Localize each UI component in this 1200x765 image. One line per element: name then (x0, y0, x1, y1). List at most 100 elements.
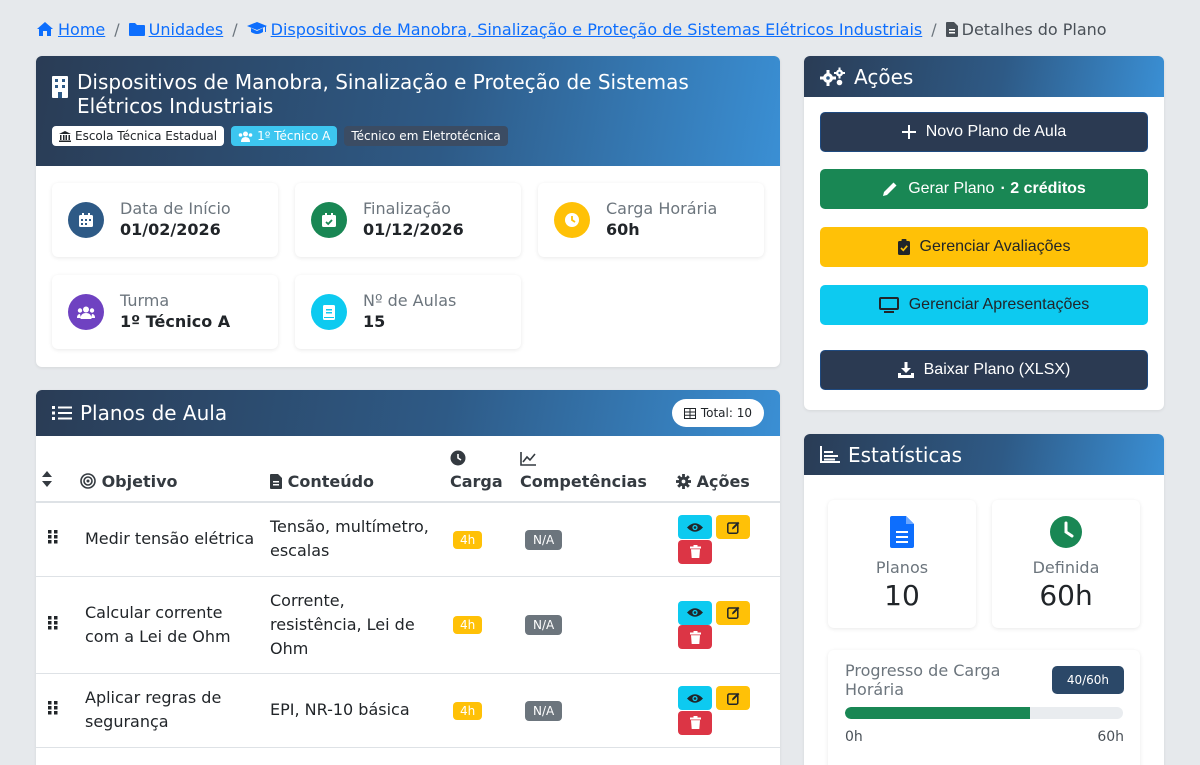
table-row: Aplicar regras de segurança EPI, NR-10 b… (36, 673, 780, 748)
sort-icon (42, 471, 52, 487)
row-skills-badge: N/A (525, 529, 563, 550)
content-column-header[interactable]: Conteúdo (270, 436, 450, 503)
actions-card: Ações Novo Plano de Aula Gerar Plano · 2… (804, 56, 1164, 410)
trash-icon (689, 716, 701, 729)
plus-icon (901, 125, 916, 139)
objective-column-header[interactable]: Objetivo (80, 436, 270, 503)
gears-icon (820, 67, 845, 86)
institution-icon (59, 130, 71, 142)
row-objective: Medir tensão elétrica (80, 502, 270, 577)
end-date-label: Finalização (363, 199, 451, 218)
row-content: Tensão, multímetro, escalas (270, 502, 450, 577)
progress-badge: 40/60h (1051, 666, 1124, 694)
clock-icon (554, 202, 590, 238)
drag-handle[interactable] (36, 673, 80, 748)
edit-button[interactable] (716, 515, 750, 540)
breadcrumb-course-link[interactable]: Dispositivos de Manobra, Sinalização e P… (246, 20, 922, 39)
view-button[interactable] (678, 686, 712, 710)
drag-handle[interactable] (36, 502, 80, 577)
skills-column-header[interactable]: Competências (520, 436, 660, 503)
breadcrumb-units-link[interactable]: Unidades (128, 20, 223, 39)
content-column-label: Conteúdo (287, 472, 375, 491)
download-plan-button[interactable]: Baixar Plano (XLSX) (820, 350, 1148, 390)
manage-presentations-label: Gerenciar Apresentações (908, 296, 1090, 313)
file-icon (270, 474, 282, 489)
grip-icon (48, 701, 58, 715)
lesson-count-label: Nº de Aulas (363, 291, 457, 310)
folder-icon (128, 23, 145, 36)
breadcrumb-current-label: Detalhes do Plano (961, 19, 1107, 39)
edit-icon (726, 692, 739, 705)
lesson-count-box: Nº de Aulas 15 (295, 275, 521, 349)
workload-progress-box: Progresso de Carga Horária 40/60h 0h 60h (828, 650, 1140, 765)
load-column-header[interactable]: Carga (450, 436, 520, 503)
statistics-card: Estatísticas Planos 10 Definida 60h Prog… (804, 434, 1164, 765)
actions-header: Ações (804, 56, 1164, 97)
breadcrumb-home-link[interactable]: Home (36, 20, 105, 39)
progress-label: Progresso de Carga Horária (845, 661, 1001, 699)
grip-icon (48, 615, 58, 629)
start-date-box: Data de Início 01/02/2026 (52, 183, 278, 257)
table-icon (683, 407, 696, 419)
view-button[interactable] (678, 600, 712, 625)
delete-button[interactable] (678, 539, 712, 564)
row-load-badge: 4h (453, 701, 483, 720)
breadcrumb-separator: / (931, 19, 937, 39)
row-load-badge: 4h (453, 530, 483, 549)
calendar-icon (68, 202, 104, 238)
course-badge-label: Técnico em Eletrotécnica (351, 129, 501, 143)
course-badge: Técnico em Eletrotécnica (344, 126, 508, 146)
row-skills-badge: N/A (525, 700, 563, 721)
eye-icon (687, 693, 703, 703)
table-header-row: Objetivo Conteúdo Carga Competências Açõ… (36, 436, 780, 503)
row-content: Corrente, resistência, Lei de Ohm (270, 576, 450, 674)
workload-label: Carga Horária (606, 199, 718, 218)
generate-plan-credits: · 2 créditos (1000, 180, 1086, 197)
breadcrumb-separator: / (232, 19, 238, 39)
grip-icon (48, 530, 58, 544)
row-skills-badge: N/A (525, 615, 563, 635)
drag-handle[interactable] (36, 576, 80, 674)
table-row: Medir tensão elétrica Tensão, multímetro… (36, 502, 780, 577)
lesson-plans-card: Planos de Aula Total: 10 Objetivo Conteú… (36, 390, 780, 765)
actions-column-header: Ações (660, 436, 780, 503)
edit-button[interactable] (716, 600, 750, 625)
actions-title: Ações (854, 64, 914, 89)
start-date-label: Data de Início (120, 199, 231, 218)
plans-stat-value: 10 (884, 579, 920, 612)
generate-plan-button[interactable]: Gerar Plano · 2 créditos (820, 169, 1148, 209)
delete-button[interactable] (678, 625, 712, 649)
lesson-plans-table: Objetivo Conteúdo Carga Competências Açõ… (36, 436, 780, 748)
calendar-check-icon (311, 202, 347, 238)
plan-title: Dispositivos de Manobra, Sinalização e P… (77, 70, 689, 118)
sort-column-header[interactable] (36, 436, 80, 503)
clock-icon (1050, 516, 1082, 548)
manage-evaluations-button[interactable]: Gerenciar Avaliações (820, 227, 1148, 267)
plans-stat-label: Planos (875, 558, 929, 577)
breadcrumb-separator: / (114, 19, 120, 39)
target-icon (80, 473, 96, 489)
new-lesson-plan-button[interactable]: Novo Plano de Aula (820, 112, 1148, 152)
progress-max-label: 60h (1097, 729, 1124, 745)
workload-value: 60h (606, 220, 640, 239)
file-icon (945, 21, 958, 37)
view-button[interactable] (678, 515, 712, 540)
lesson-plans-header: Planos de Aula Total: 10 (36, 390, 780, 436)
class-box: Turma 1º Técnico A (52, 275, 278, 349)
delete-button[interactable] (678, 710, 712, 735)
edit-icon (726, 606, 739, 619)
plan-details-card: Dispositivos de Manobra, Sinalização e P… (36, 56, 780, 367)
statistics-title: Estatísticas (848, 442, 963, 467)
users-icon (238, 131, 253, 142)
pencil-icon (883, 182, 897, 196)
manage-presentations-button[interactable]: Gerenciar Apresentações (820, 285, 1148, 325)
breadcrumb-home-label: Home (58, 19, 106, 39)
progress-track (845, 707, 1123, 719)
users-icon (68, 294, 104, 330)
edit-button[interactable] (716, 686, 750, 710)
book-icon (311, 294, 347, 330)
clock-icon (450, 450, 466, 466)
chart-area-icon (820, 446, 840, 463)
chart-line-icon (520, 452, 536, 466)
edit-icon (726, 521, 739, 534)
